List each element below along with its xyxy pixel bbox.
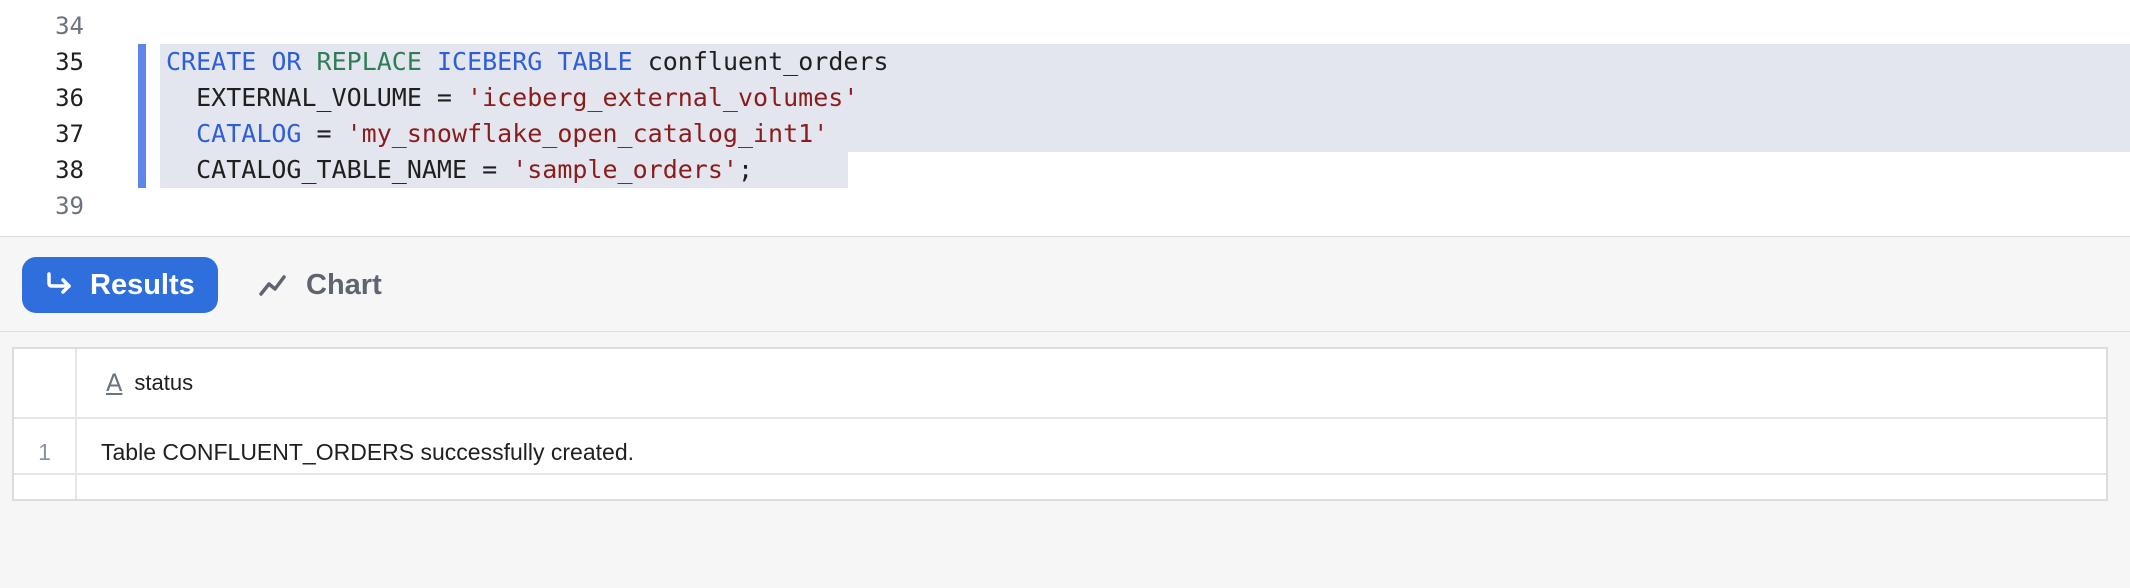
code-line[interactable]: 39 — [0, 188, 2130, 224]
selection-gutter-marker — [138, 116, 146, 152]
code-token: CATALOG — [196, 119, 302, 148]
return-arrow-icon — [47, 272, 71, 294]
line-number: 36 — [55, 84, 84, 112]
line-number: 35 — [55, 48, 84, 76]
code-text: CATALOG = 'my_snowflake_open_catalog_int… — [166, 116, 828, 152]
tab-chart-label: Chart — [306, 268, 382, 301]
code-token: TABLE — [557, 47, 633, 76]
code-token: OR — [271, 47, 302, 76]
header-divider — [14, 417, 2106, 419]
code-token: confluent_orders — [632, 47, 889, 76]
code-text: CATALOG_TABLE_NAME = 'sample_orders'; — [166, 152, 753, 188]
results-tabbar: Results Chart — [0, 237, 2130, 332]
selection-gutter-marker — [138, 152, 146, 188]
tab-results-label: Results — [90, 268, 195, 301]
line-number-partial: 40 — [40, 228, 84, 236]
column-header-status[interactable]: A status — [106, 369, 193, 397]
row-number-column-divider — [75, 349, 77, 499]
code-token: ICEBERG — [436, 47, 543, 76]
code-text: EXTERNAL_VOLUME = 'iceberg_external_volu… — [166, 80, 858, 116]
code-token: = — [301, 119, 347, 148]
line-number: 38 — [55, 156, 84, 184]
code-token: CREATE — [166, 47, 257, 76]
line-chart-icon — [259, 275, 286, 296]
code-text: CREATE OR REPLACE ICEBERG TABLE confluen… — [166, 44, 889, 80]
code-line[interactable]: 36 EXTERNAL_VOLUME = 'iceberg_external_v… — [0, 80, 2130, 116]
code-line[interactable]: 38 CATALOG_TABLE_NAME = 'sample_orders'; — [0, 152, 2130, 188]
line-number: 39 — [55, 192, 84, 220]
code-token: 'iceberg_external_volumes' — [467, 83, 859, 112]
tab-results[interactable]: Results — [22, 257, 218, 313]
code-token: 'my_snowflake_open_catalog_int1' — [346, 119, 829, 148]
code-line[interactable]: 34 — [0, 8, 2130, 44]
results-grid: A status 1 Table CONFLUENT_ORDERS succes… — [12, 347, 2108, 501]
selection-gutter-marker — [138, 44, 146, 80]
results-panel: Results Chart A status 1 Table CONFLUENT… — [0, 236, 2130, 588]
sql-editor[interactable]: 34 35 CREATE OR REPLACE ICEBERG TABLE co… — [0, 0, 2130, 236]
text-type-icon: A — [106, 369, 123, 397]
code-line[interactable]: 35 CREATE OR REPLACE ICEBERG TABLE confl… — [0, 44, 2130, 80]
selection-gutter-marker — [138, 80, 146, 116]
row-number: 1 — [38, 439, 51, 465]
line-number: 34 — [55, 12, 84, 40]
code-token: 'sample_orders' — [512, 155, 738, 184]
code-token: CATALOG_TABLE_NAME = — [166, 155, 513, 184]
code-token: ; — [737, 155, 754, 184]
code-line[interactable]: 37 CATALOG = 'my_snowflake_open_catalog_… — [0, 116, 2130, 152]
column-header-label: status — [134, 370, 194, 395]
status-cell[interactable]: Table CONFLUENT_ORDERS successfully crea… — [101, 425, 634, 479]
worksheet: 34 35 CREATE OR REPLACE ICEBERG TABLE co… — [0, 0, 2130, 588]
code-token: EXTERNAL_VOLUME = — [166, 83, 468, 112]
line-number: 37 — [55, 120, 84, 148]
code-token: REPLACE — [316, 47, 422, 76]
tab-chart[interactable]: Chart — [258, 257, 382, 313]
